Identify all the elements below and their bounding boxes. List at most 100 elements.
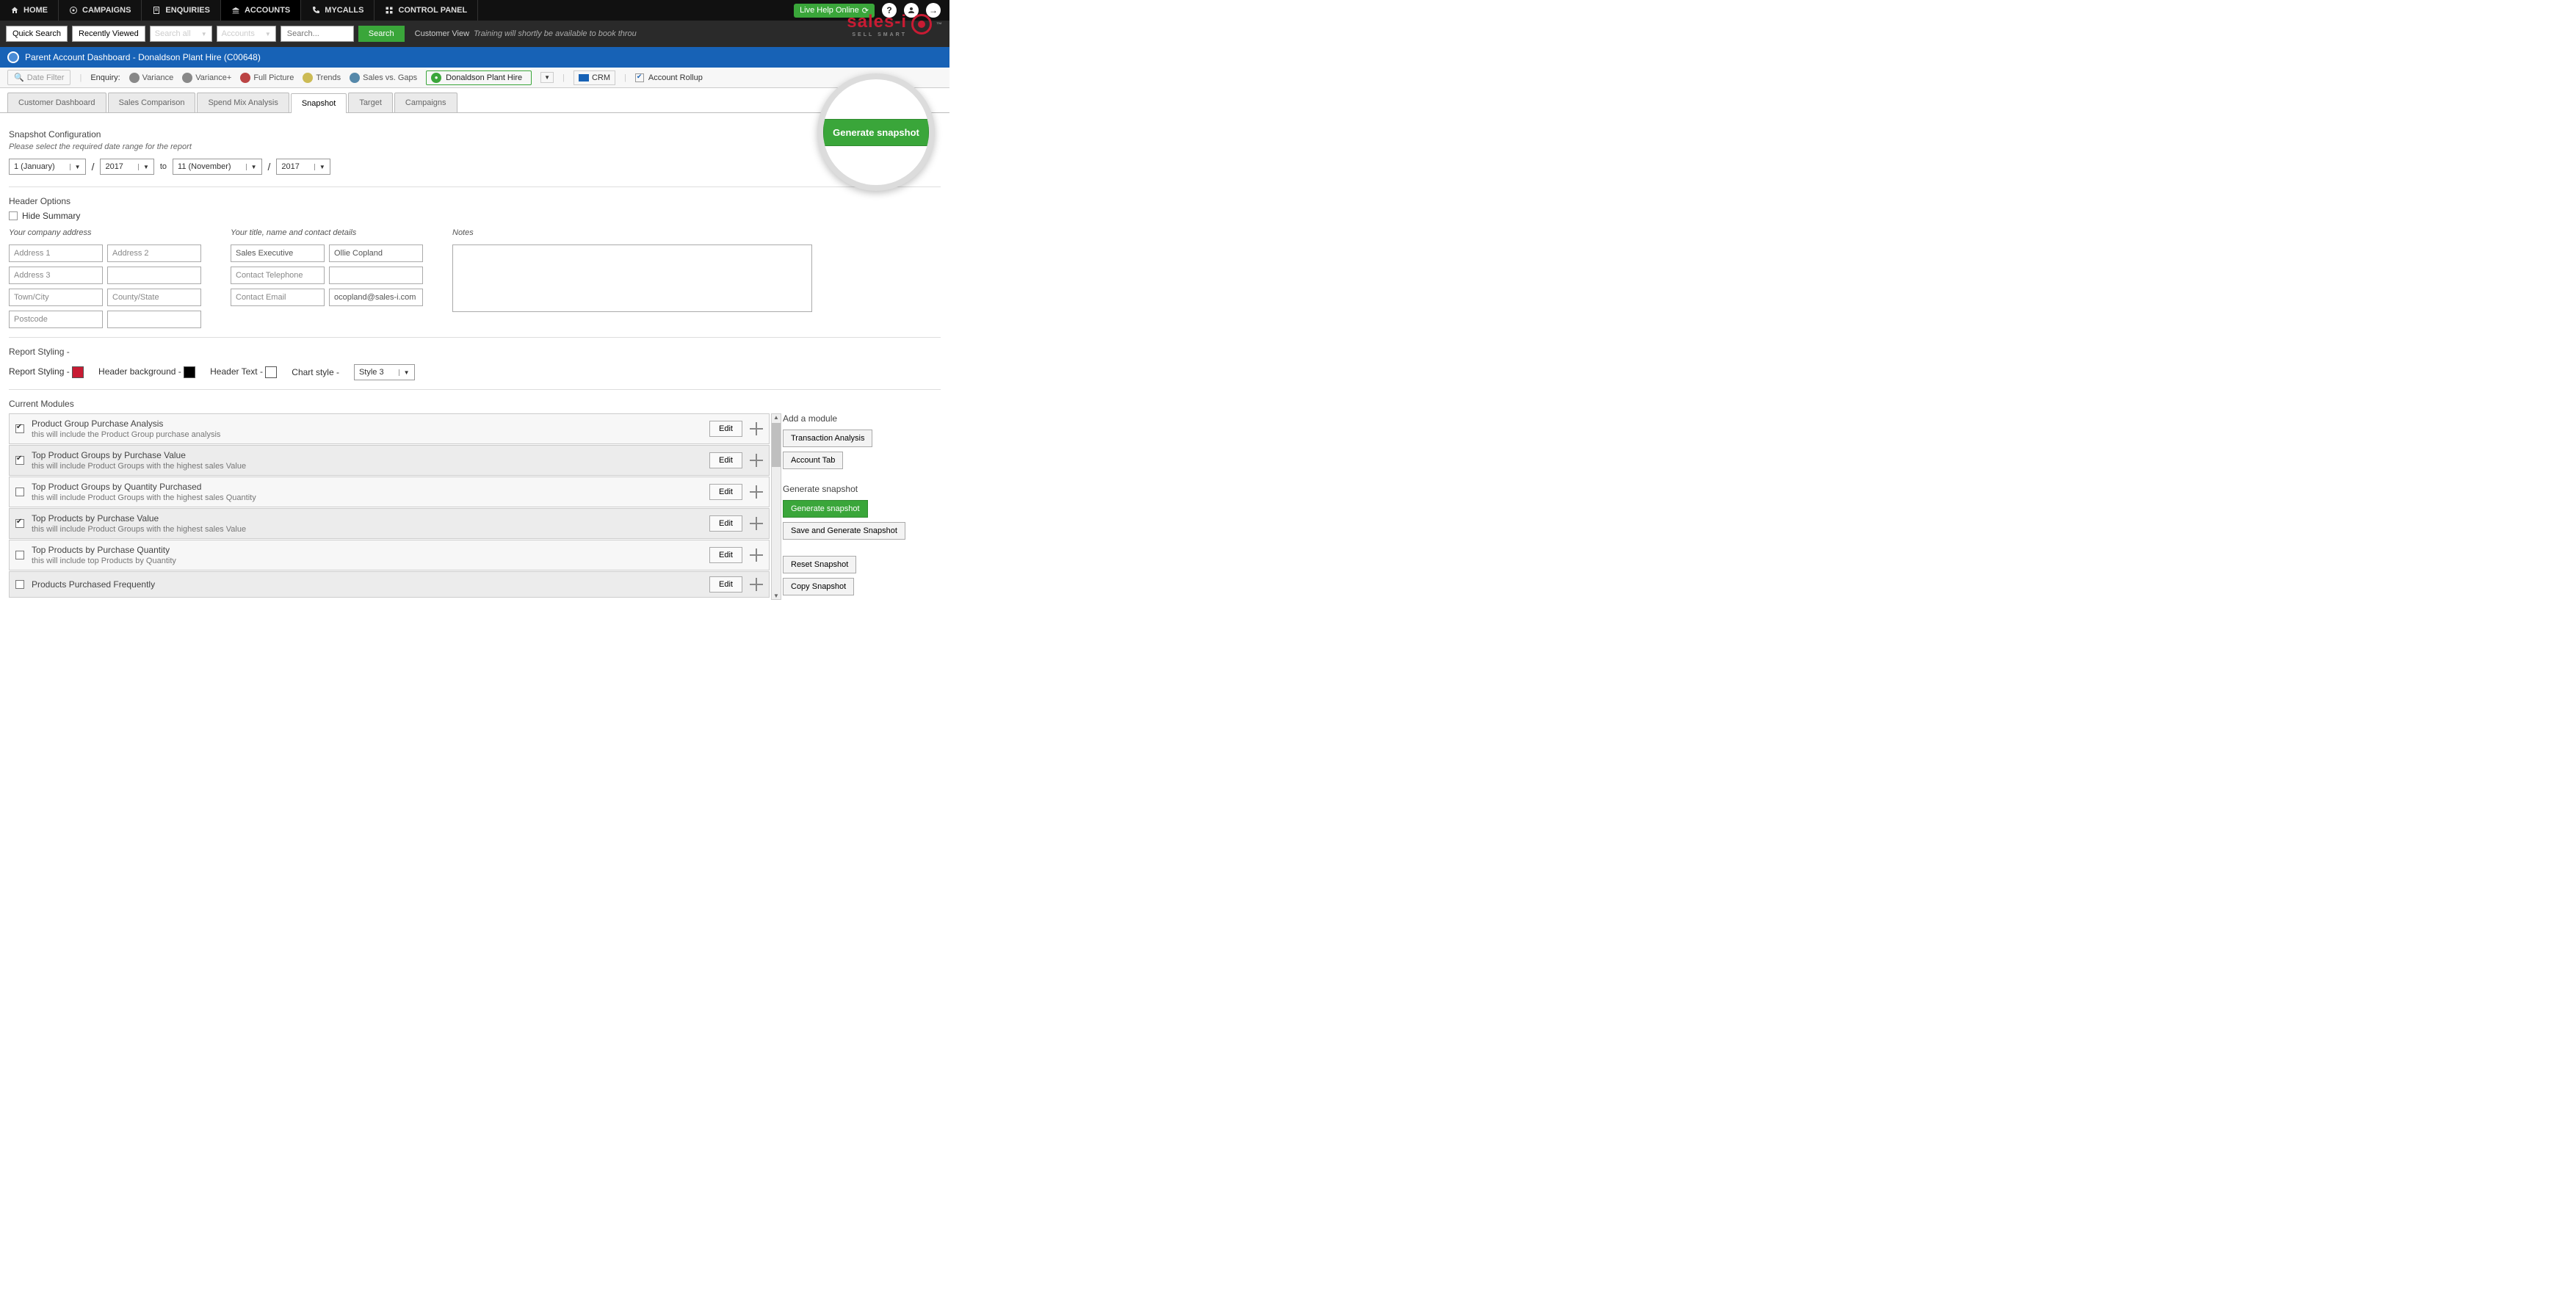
nav-mycalls[interactable]: MYCALLS — [301, 0, 375, 21]
drag-handle-icon[interactable] — [750, 454, 763, 467]
tab-customer-dashboard[interactable]: Customer Dashboard — [7, 93, 106, 112]
address2-input[interactable]: Address 2 — [107, 244, 201, 262]
tab-target[interactable]: Target — [348, 93, 393, 112]
enquiry-full-picture[interactable]: Full Picture — [240, 73, 294, 83]
module-edit-button[interactable]: Edit — [709, 452, 742, 468]
module-title: Top Products by Purchase Value — [32, 513, 702, 524]
tab-spend-mix[interactable]: Spend Mix Analysis — [197, 93, 289, 112]
module-edit-button[interactable]: Edit — [709, 421, 742, 437]
nav-enquiries[interactable]: ENQUIRIES — [142, 0, 221, 21]
telephone-input[interactable]: Contact Telephone — [231, 267, 325, 284]
module-checkbox[interactable] — [15, 456, 24, 465]
to-label: to — [160, 162, 167, 171]
module-checkbox[interactable] — [15, 424, 24, 433]
address3-input[interactable]: Address 3 — [9, 267, 103, 284]
account-avatar-icon: ● — [431, 73, 441, 83]
chart-style-label: Chart style - — [292, 367, 339, 377]
account-selector[interactable]: ● Donaldson Plant Hire — [426, 70, 532, 85]
enquiry-variance-plus[interactable]: Variance+ — [182, 73, 231, 83]
search-scope-label: Search all — [155, 29, 191, 38]
account-tab-button[interactable]: Account Tab — [783, 452, 843, 469]
chevron-down-icon: ▼ — [201, 31, 207, 37]
account-rollup-toggle[interactable]: Account Rollup — [635, 73, 703, 82]
report-styling-row: Report Styling - Header background - Hea… — [9, 364, 941, 380]
color-swatch-black[interactable] — [184, 366, 195, 378]
nav-home[interactable]: HOME — [0, 0, 59, 21]
chevron-down-icon: ▼ — [399, 369, 410, 376]
tab-sales-comparison[interactable]: Sales Comparison — [108, 93, 196, 112]
email-value-input[interactable]: ocopland@sales-i.com — [329, 289, 423, 306]
address4-input[interactable] — [107, 267, 201, 284]
module-edit-button[interactable]: Edit — [709, 576, 742, 593]
contact-name-input[interactable]: Ollie Copland — [329, 244, 423, 262]
search-scope-select[interactable]: Search all ▼ — [150, 26, 212, 42]
scroll-thumb[interactable] — [772, 423, 781, 467]
date-filter-button[interactable]: 🔍 Date Filter — [7, 70, 70, 85]
transaction-analysis-button[interactable]: Transaction Analysis — [783, 430, 872, 447]
account-dropdown[interactable]: ▼ — [540, 72, 554, 83]
notes-textarea[interactable] — [452, 244, 812, 312]
generate-snapshot-button[interactable]: Generate snapshot — [783, 500, 868, 518]
drag-handle-icon[interactable] — [750, 517, 763, 530]
quick-search-button[interactable]: Quick Search — [6, 26, 68, 42]
date-filter-label: Date Filter — [27, 73, 65, 82]
dashboard-icon — [7, 51, 19, 63]
module-checkbox[interactable] — [15, 580, 24, 589]
module-edit-button[interactable]: Edit — [709, 484, 742, 500]
module-checkbox[interactable] — [15, 488, 24, 496]
from-year-select[interactable]: 2017▼ — [100, 159, 153, 175]
county-input[interactable]: County/State — [107, 289, 201, 306]
module-title: Top Product Groups by Quantity Purchased — [32, 482, 702, 492]
crm-button[interactable]: CRM — [574, 70, 615, 85]
copy-snapshot-button[interactable]: Copy Snapshot — [783, 578, 854, 595]
variance-plus-icon — [182, 73, 192, 83]
town-input[interactable]: Town/City — [9, 289, 103, 306]
search-type-select[interactable]: Accounts ▼ — [217, 26, 276, 42]
drag-handle-icon[interactable] — [750, 548, 763, 562]
enquiry-variance[interactable]: Variance — [129, 73, 174, 83]
recently-viewed-button[interactable]: Recently Viewed — [72, 26, 145, 42]
module-checkbox[interactable] — [15, 519, 24, 528]
enquiry-sales-vs-gaps[interactable]: Sales vs. Gaps — [350, 73, 417, 83]
postcode2-input[interactable] — [107, 311, 201, 328]
module-title: Top Product Groups by Purchase Value — [32, 450, 702, 460]
nav-control-panel[interactable]: CONTROL PANEL — [375, 0, 478, 21]
address1-input[interactable]: Address 1 — [9, 244, 103, 262]
hide-summary-toggle[interactable]: Hide Summary — [9, 211, 941, 221]
checkbox-icon — [635, 73, 644, 82]
telephone-value-input[interactable] — [329, 267, 423, 284]
color-swatch-red[interactable] — [72, 366, 84, 378]
scrollbar[interactable]: ▲ ▼ — [771, 413, 781, 600]
nav-accounts-label: ACCOUNTS — [245, 6, 290, 15]
nav-accounts[interactable]: ACCOUNTS — [221, 0, 301, 21]
postcode-input[interactable]: Postcode — [9, 311, 103, 328]
to-month-select[interactable]: 11 (November)▼ — [173, 159, 261, 175]
drag-handle-icon[interactable] — [750, 422, 763, 435]
module-checkbox[interactable] — [15, 551, 24, 559]
tab-snapshot[interactable]: Snapshot — [291, 93, 347, 113]
color-swatch-white[interactable] — [265, 366, 277, 378]
search-button[interactable]: Search — [358, 26, 405, 42]
crm-icon — [579, 74, 589, 81]
nav-control-panel-label: CONTROL PANEL — [398, 6, 467, 15]
top-nav: HOME CAMPAIGNS ENQUIRIES ACCOUNTS MYCALL… — [0, 0, 949, 21]
from-month-select[interactable]: 1 (January)▼ — [9, 159, 86, 175]
nav-mycalls-label: MYCALLS — [325, 6, 363, 15]
to-year-select[interactable]: 2017▼ — [276, 159, 330, 175]
module-edit-button[interactable]: Edit — [709, 547, 742, 563]
email-label-input[interactable]: Contact Email — [231, 289, 325, 306]
drag-handle-icon[interactable] — [750, 485, 763, 499]
snapshot-config-title: Snapshot Configuration — [9, 129, 941, 140]
module-edit-button[interactable]: Edit — [709, 515, 742, 532]
chart-style-select[interactable]: Style 3▼ — [354, 364, 415, 380]
job-title-input[interactable]: Sales Executive — [231, 244, 325, 262]
nav-campaigns-label: CAMPAIGNS — [82, 6, 131, 15]
save-generate-button[interactable]: Save and Generate Snapshot — [783, 522, 905, 540]
reset-snapshot-button[interactable]: Reset Snapshot — [783, 556, 856, 573]
enquiry-trends[interactable]: Trends — [303, 73, 341, 83]
nav-campaigns[interactable]: CAMPAIGNS — [59, 0, 142, 21]
search-input[interactable] — [281, 26, 354, 42]
header-text-label: Header Text - — [210, 366, 277, 378]
tab-campaigns[interactable]: Campaigns — [394, 93, 457, 112]
drag-handle-icon[interactable] — [750, 578, 763, 591]
